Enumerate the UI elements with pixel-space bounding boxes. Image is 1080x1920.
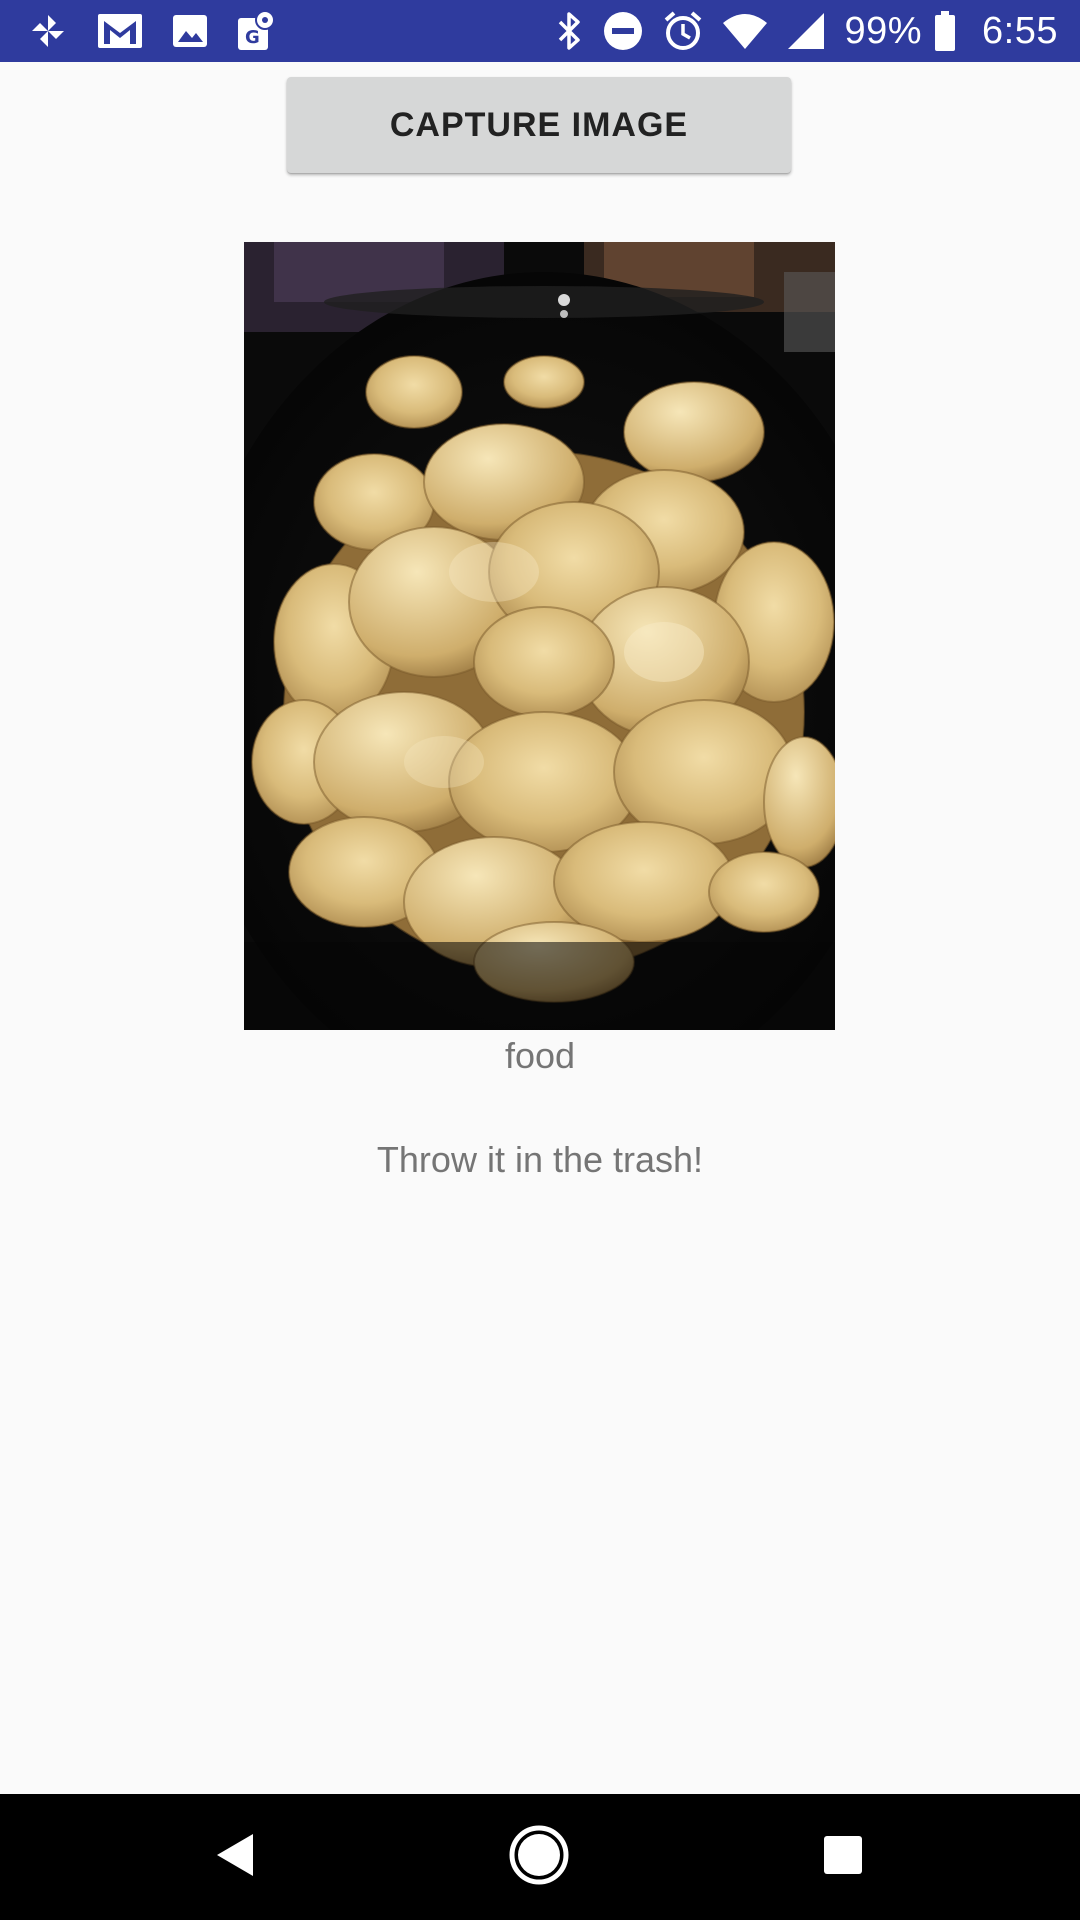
status-bar: G 99% 6:55 [0, 0, 1080, 62]
system-icons: 99% 6:55 [554, 8, 1058, 54]
back-icon [213, 1831, 257, 1884]
captured-photo [244, 242, 835, 1030]
app-screen: G 99% 6:55 CAPTURE IMAGE food Throw it i… [0, 0, 1080, 1920]
prediction-label: food [504, 1035, 576, 1076]
cellular-signal-icon [786, 11, 826, 51]
navigation-bar [0, 1794, 1080, 1920]
home-icon [508, 1824, 570, 1891]
notification-icons: G [26, 8, 276, 54]
battery-percentage: 99% [844, 9, 923, 52]
recents-icon [822, 1834, 864, 1881]
capture-image-button[interactable]: CAPTURE IMAGE [287, 77, 791, 173]
gallery-icon [170, 11, 210, 51]
battery-icon [934, 10, 956, 52]
recents-button[interactable] [763, 1794, 923, 1920]
pinwheel-icon [26, 9, 70, 53]
bluetooth-icon [554, 10, 584, 52]
status-clock: 6:55 [982, 9, 1058, 52]
back-button[interactable] [155, 1794, 315, 1920]
wifi-icon [722, 11, 768, 51]
gmail-icon [96, 11, 144, 51]
advice-label: Throw it in the trash! [376, 1139, 704, 1180]
do-not-disturb-icon [602, 10, 644, 52]
svg-text:G: G [245, 27, 260, 48]
home-button[interactable] [459, 1794, 619, 1920]
alarm-icon [662, 10, 704, 52]
maps-icon: G [236, 10, 276, 52]
